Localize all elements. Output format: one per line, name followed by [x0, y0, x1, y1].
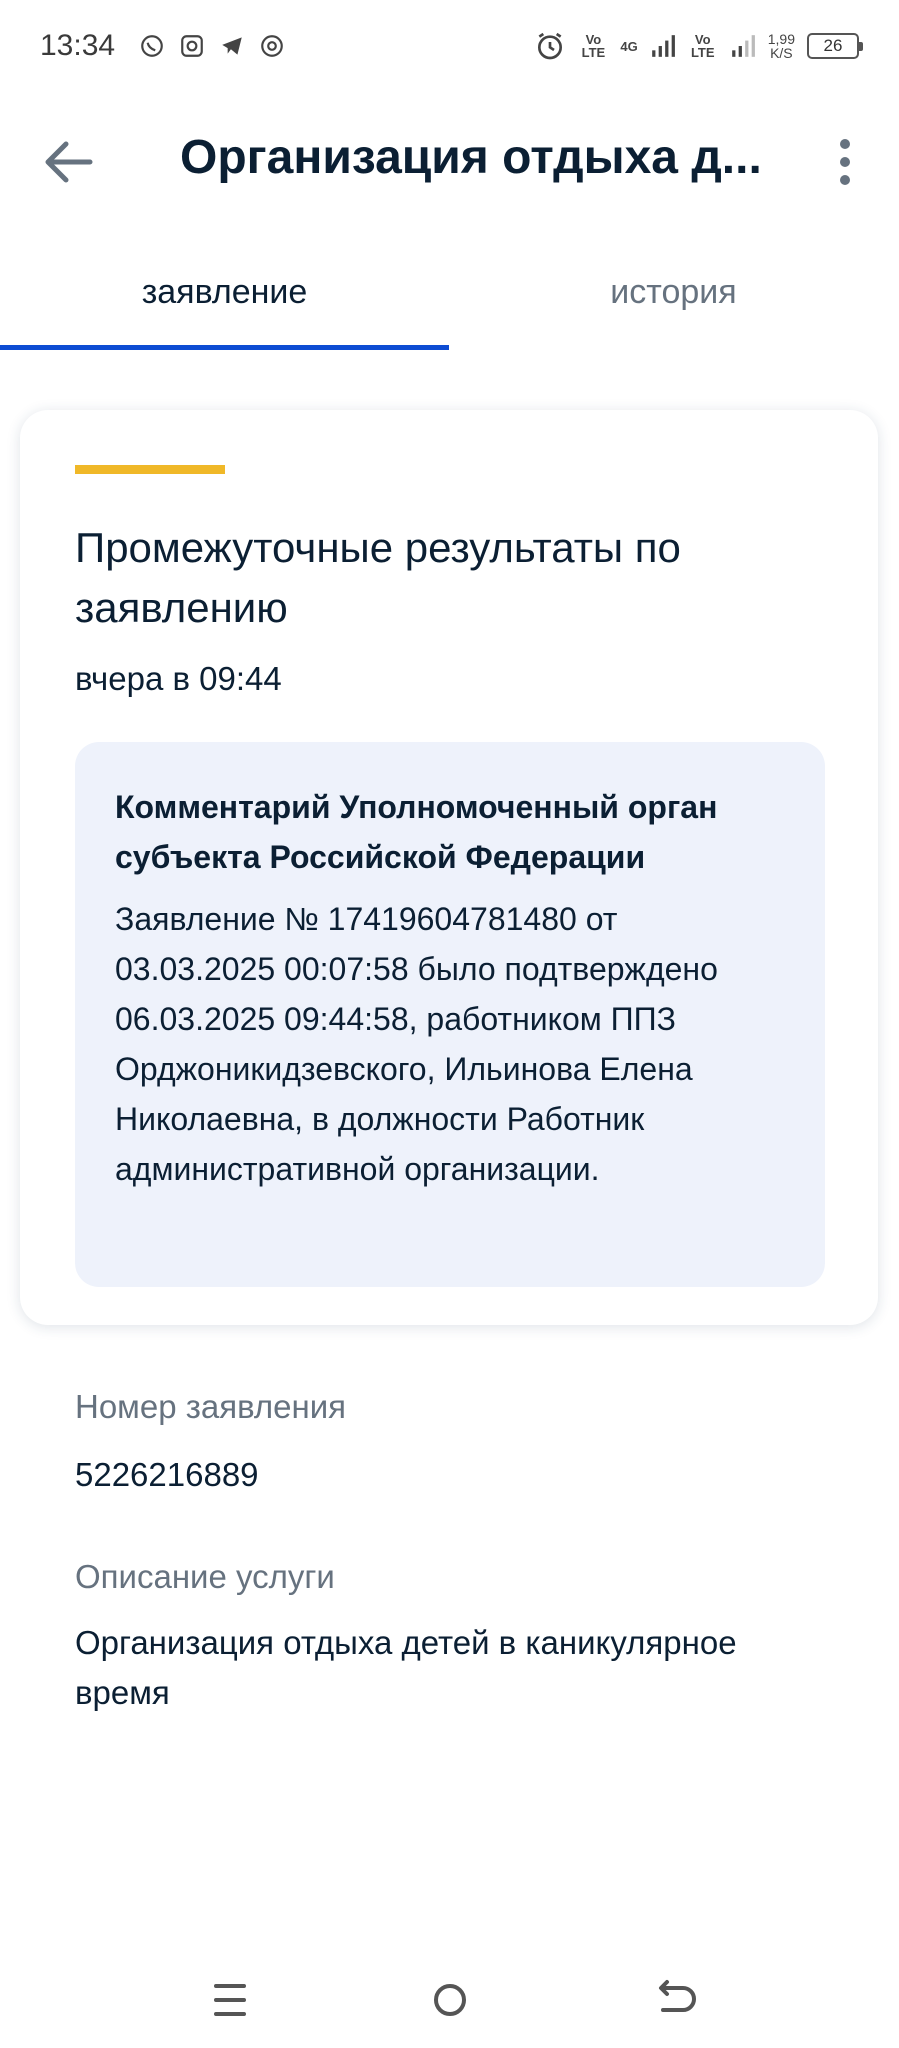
status-right: Vo LTE 4G Vo LTE 1,99 K/S 26: [534, 30, 863, 62]
status-time: 13:34: [40, 29, 116, 62]
status-left: 13:34: [40, 29, 285, 63]
network-speed: 1,99 K/S: [768, 32, 795, 60]
service-description-label: Описание услуги: [75, 1558, 335, 1595]
system-nav-bar: [0, 1960, 899, 2048]
app-screen: 13:34 Vo LTE 4G Vo LTE 1,99 K/S 26 Орган…: [0, 0, 899, 2048]
comment-box: Комментарий Уполномоченный орган субъект…: [75, 742, 825, 1287]
status-bar: 13:34 Vo LTE 4G Vo LTE 1,99 K/S 26: [0, 0, 899, 92]
comment-title: Комментарий Уполномоченный орган субъект…: [115, 789, 718, 875]
back-nav-icon[interactable]: [645, 1970, 705, 2030]
tab-history[interactable]: история: [449, 252, 898, 350]
menu-icon[interactable]: [200, 1970, 260, 2030]
back-arrow-icon[interactable]: [44, 140, 94, 184]
application-number-label: Номер заявления: [75, 1388, 347, 1425]
page-title: Организация отдыха д...: [180, 131, 762, 184]
speed-unit: K/S: [770, 45, 793, 61]
volte-label: Vo LTE: [581, 32, 606, 60]
signal-icon: [651, 35, 675, 57]
active-tab-indicator: [0, 345, 449, 350]
battery-level: 26: [823, 36, 843, 55]
more-options-icon[interactable]: [830, 134, 860, 190]
signal-icon-2: [731, 35, 755, 57]
card-date: вчера в 09:44: [75, 660, 282, 697]
tab-bar: заявление история: [0, 252, 899, 350]
whatsapp-icon: [141, 35, 163, 57]
telegram-icon: [222, 37, 242, 55]
application-number-value: 5226216889: [75, 1456, 259, 1493]
card-accent-bar: [75, 465, 225, 474]
service-description-value: Организация отдыха детей в каникулярное …: [75, 1624, 737, 1711]
card-title: Промежуточные результаты по заявлению: [75, 524, 681, 631]
comment-text: Заявление № 17419604781480 от 03.03.2025…: [115, 901, 718, 1187]
gallery-icon: [181, 35, 203, 57]
at-sign-icon: [261, 35, 283, 57]
tab-application[interactable]: заявление: [0, 252, 449, 350]
volte-label-2: Vo LTE: [690, 32, 715, 60]
battery-icon: 26: [807, 33, 863, 59]
network-type-label: 4G: [620, 38, 638, 54]
home-icon[interactable]: [420, 1970, 480, 2030]
app-bar: Организация отдыха д...: [0, 112, 899, 212]
alarm-icon: [538, 32, 563, 60]
status-card: Промежуточные результаты по заявлению вч…: [20, 410, 878, 1325]
